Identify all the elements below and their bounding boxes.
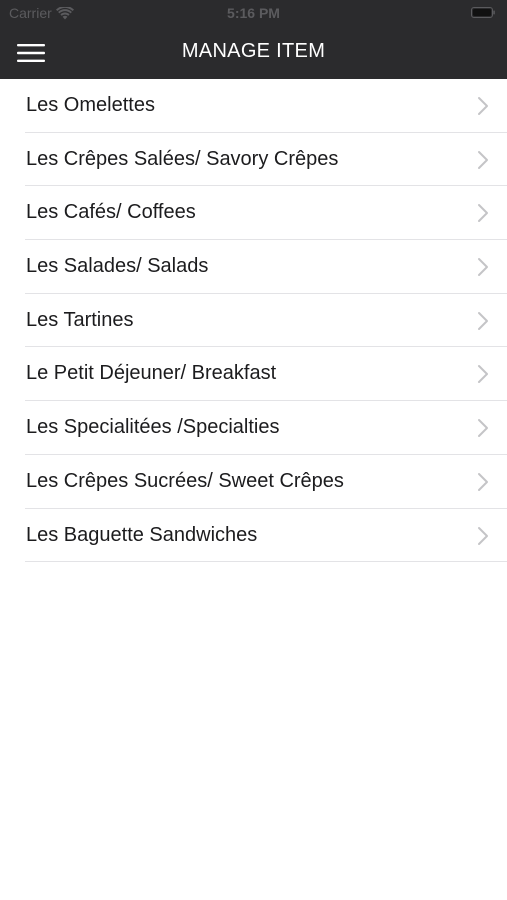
manage-item-screen: Carrier 5:16 PM MANAGE ITEM Les Omelette…	[0, 0, 507, 900]
navigation-bar: MANAGE ITEM	[0, 26, 507, 79]
battery-icon	[471, 7, 495, 18]
chevron-right-icon	[478, 204, 488, 223]
page-title: MANAGE ITEM	[181, 40, 326, 62]
category-label: Les Crêpes Salées/ Savory Crêpes	[26, 147, 339, 170]
category-row-omelettes[interactable]: Les Omelettes	[0, 79, 507, 133]
category-label: Les Cafés/ Coffees	[26, 201, 196, 224]
chevron-right-icon	[478, 150, 488, 169]
chevron-right-icon	[478, 258, 488, 277]
status-bar: Carrier 5:16 PM	[0, 0, 507, 26]
category-row-specialties[interactable]: Les Specialitées /Specialties	[0, 401, 507, 455]
chevron-right-icon	[478, 472, 488, 491]
status-time: 5:16 PM	[227, 5, 280, 21]
category-label: Les Salades/ Salads	[26, 255, 209, 278]
category-row-coffees[interactable]: Les Cafés/ Coffees	[0, 186, 507, 240]
top-bar: Carrier 5:16 PM MANAGE ITEM	[0, 0, 507, 79]
category-label: Les Baguette Sandwiches	[26, 523, 258, 546]
category-row-sweet-crepes[interactable]: Les Crêpes Sucrées/ Sweet Crêpes	[0, 455, 507, 509]
chevron-right-icon	[478, 311, 488, 330]
category-label: Les Omelettes	[26, 94, 155, 116]
category-row-savory-crepes[interactable]: Les Crêpes Salées/ Savory Crêpes	[0, 133, 507, 187]
category-row-baguette-sandwiches[interactable]: Les Baguette Sandwiches	[0, 509, 507, 563]
category-row-breakfast[interactable]: Le Petit Déjeuner/ Breakfast	[0, 347, 507, 401]
chevron-right-icon	[478, 97, 488, 115]
category-row-salads[interactable]: Les Salades/ Salads	[0, 240, 507, 294]
category-label: Les Crêpes Sucrées/ Sweet Crêpes	[26, 469, 344, 492]
category-row-tartines[interactable]: Les Tartines	[0, 294, 507, 348]
category-list: Les Omelettes Les Crêpes Salées/ Savory …	[0, 79, 507, 562]
category-label: Les Tartines	[26, 308, 134, 331]
category-label: Les Specialitées /Specialties	[26, 416, 280, 439]
chevron-right-icon	[478, 526, 488, 545]
chevron-right-icon	[478, 419, 488, 438]
chevron-right-icon	[478, 365, 488, 384]
category-label: Le Petit Déjeuner/ Breakfast	[26, 362, 277, 385]
